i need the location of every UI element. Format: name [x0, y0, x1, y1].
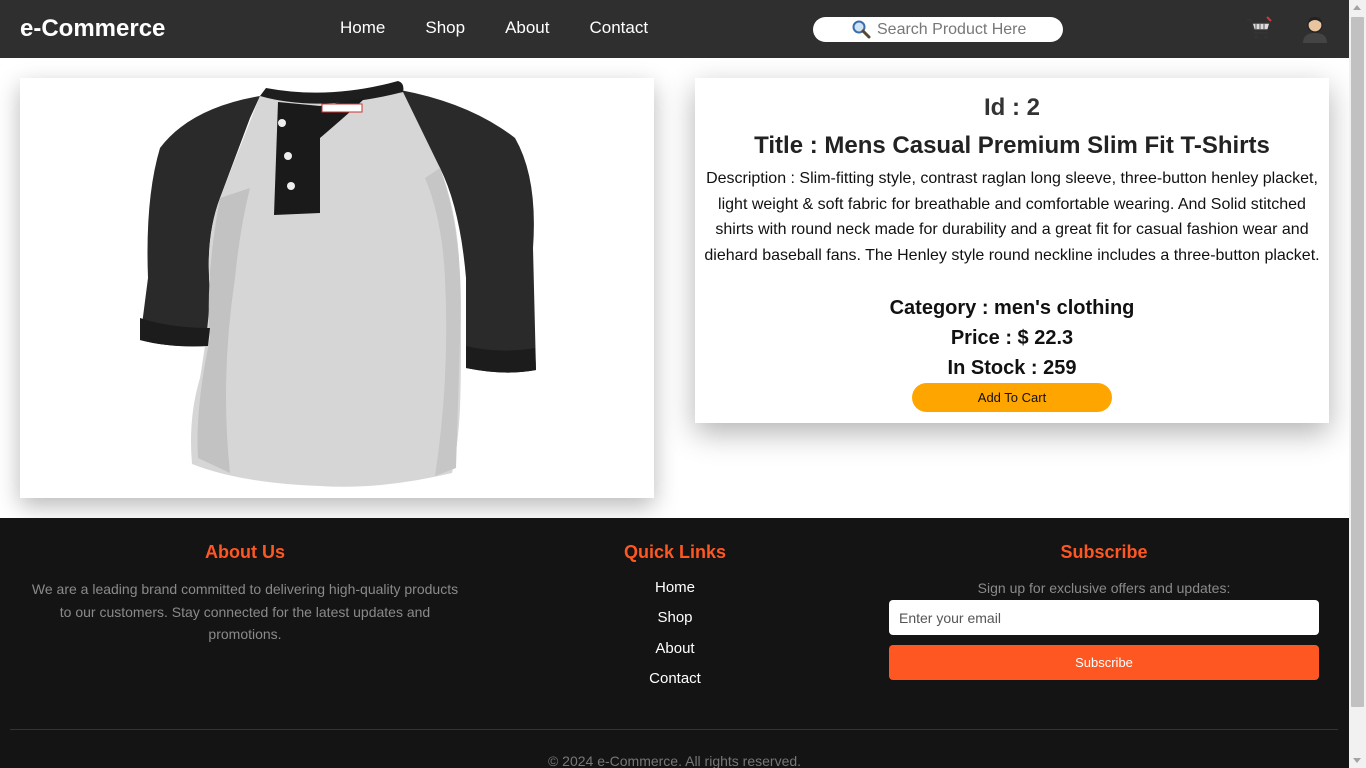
nav-link-about[interactable]: About [505, 18, 549, 38]
product-image-card [20, 78, 654, 498]
nav-link-home[interactable]: Home [340, 18, 385, 38]
product-title: Title : Mens Casual Premium Slim Fit T-S… [754, 132, 1270, 159]
cart-icon[interactable] [1245, 15, 1273, 43]
main-nav: Home Shop About Contact [340, 18, 688, 38]
footer-link-contact[interactable]: Contact [649, 670, 701, 687]
footer-subscribe-heading: Subscribe [1060, 542, 1148, 562]
scroll-up-icon[interactable] [1353, 5, 1361, 10]
search-input[interactable] [877, 20, 1072, 39]
footer-quick-links-heading: Quick Links [623, 542, 727, 562]
footer-link-shop[interactable]: Shop [657, 609, 692, 626]
nav-link-shop[interactable]: Shop [425, 18, 465, 38]
product-description: Description : Slim-fitting style, contra… [704, 170, 1320, 265]
user-avatar-icon[interactable] [1302, 15, 1328, 43]
product-image [140, 81, 536, 487]
footer-link-about[interactable]: About [655, 640, 694, 657]
product-id: Id : 2 [983, 94, 1040, 121]
search-bar [813, 17, 1072, 42]
footer-links-list: Home Shop About Contact [590, 579, 760, 700]
footer-about-heading: About Us [205, 542, 285, 562]
footer: About Us We are a leading brand committe… [0, 518, 1349, 768]
navbar: e-Commerce Home Shop About Contact [0, 0, 1349, 58]
nav-link-contact[interactable]: Contact [590, 18, 649, 38]
list-item: About [590, 640, 760, 670]
page-scrollbar[interactable] [1349, 0, 1366, 768]
footer-subscribe-text: Sign up for exclusive offers and updates… [977, 580, 1231, 596]
footer-link-home[interactable]: Home [655, 579, 695, 596]
product-price: Price : $ 22.3 [950, 327, 1074, 349]
brand-logo[interactable]: e-Commerce [20, 15, 165, 43]
footer-about-text: We are a leading brand committed to deli… [31, 581, 459, 642]
copyright-text: © 2024 e-Commerce. All rights reserved. [547, 753, 802, 768]
subscribe-button[interactable]: Subscribe [889, 645, 1319, 680]
scroll-down-icon[interactable] [1353, 758, 1361, 763]
product-stock: In Stock : 259 [947, 357, 1077, 379]
search-icon [852, 20, 871, 39]
list-item: Home [590, 579, 760, 609]
product-detail-card: Id : 2 Title : Mens Casual Premium Slim … [695, 78, 1329, 423]
list-item: Contact [590, 670, 760, 700]
email-field[interactable] [889, 600, 1319, 635]
list-item: Shop [590, 609, 760, 639]
add-to-cart-button[interactable]: Add To Cart [912, 383, 1112, 412]
product-category: Category : men's clothing [889, 297, 1135, 319]
footer-divider [10, 729, 1338, 730]
scroll-thumb[interactable] [1351, 17, 1364, 707]
